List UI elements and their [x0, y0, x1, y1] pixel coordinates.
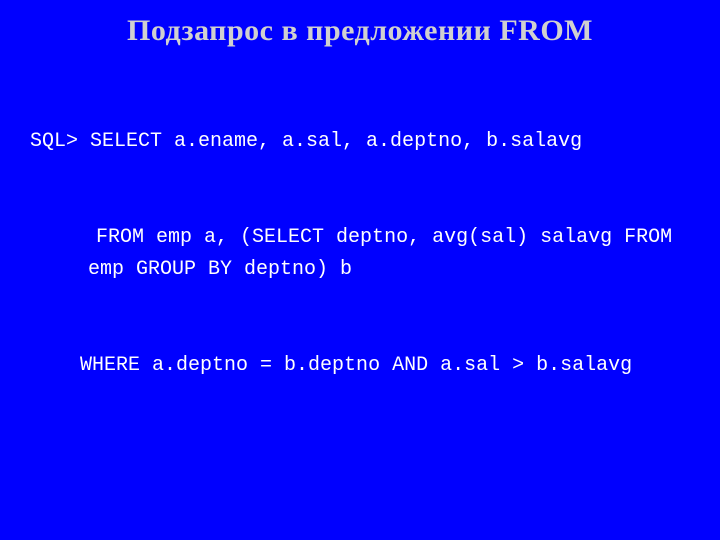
blank-line	[30, 446, 690, 478]
slide: Подзапрос в предложении FROM SQL> SELECT…	[0, 0, 720, 540]
sql-from-line: FROM emp a, (SELECT deptno, avg(sal) sal…	[30, 222, 690, 286]
sql-select-line: SQL> SELECT a.ename, a.sal, a.deptno, b.…	[30, 126, 690, 158]
slide-title: Подзапрос в предложении FROM	[30, 14, 690, 48]
code-block: SQL> SELECT a.ename, a.sal, a.deptno, b.…	[30, 62, 690, 540]
sql-where-line: WHERE a.deptno = b.deptno AND a.sal > b.…	[30, 350, 690, 382]
